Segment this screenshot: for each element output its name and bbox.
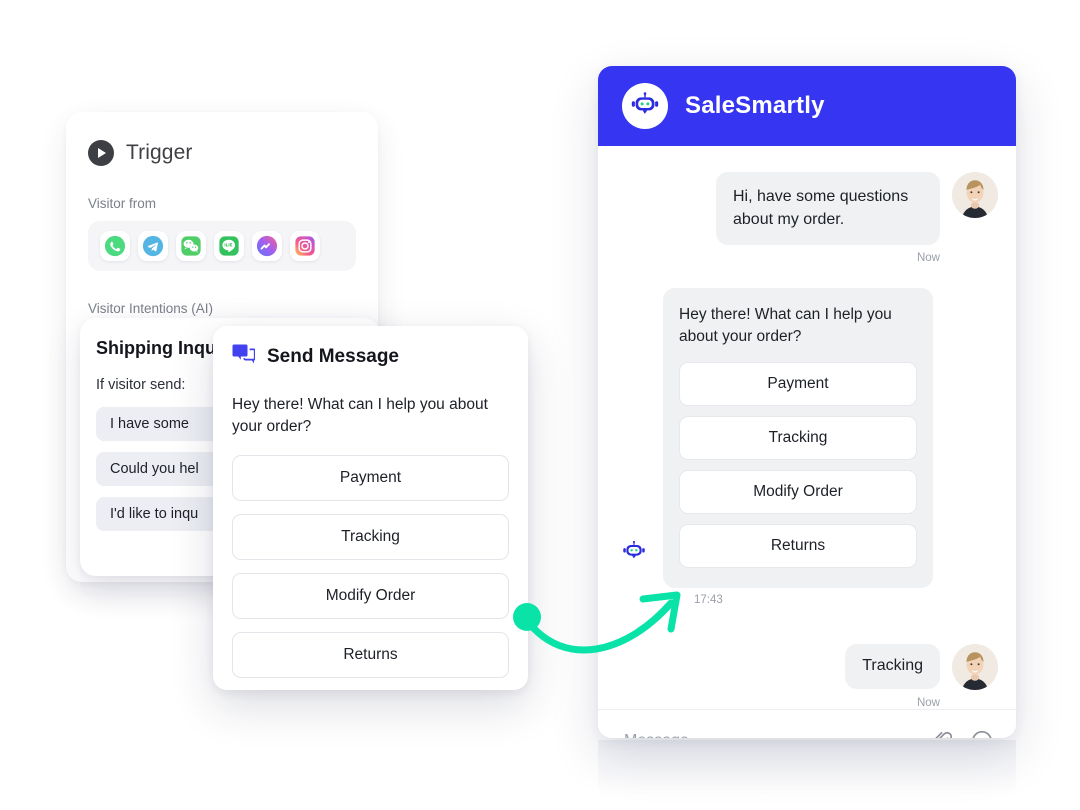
chat-widget: SaleSmartly Hi, have some questions abou… [598,66,1016,738]
option-button-returns[interactable]: Returns [232,631,509,678]
message-input[interactable] [624,731,914,738]
avatar [952,644,998,691]
message-row-user: Hi, have some questions about my order. [616,172,998,246]
brand-name: SaleSmartly [685,92,825,119]
avatar [952,172,998,218]
chat-bubbles-icon [232,344,256,370]
message-bubble: Hey there! What can I help you about you… [679,306,892,346]
quick-reply-tracking[interactable]: Tracking [679,416,917,461]
message-bubble: Hi, have some questions about my order. [716,172,940,246]
chat-widget-shadow-fade [598,740,1016,798]
bot-reply-card: Hey there! What can I help you about you… [663,288,933,589]
visitor-intentions-label: Visitor Intentions (AI) [88,301,214,316]
screenshot-stage: Trigger Visitor from Visitor Intentions … [0,0,1080,810]
send-message-card: Send Message Hey there! What can I help … [213,326,528,690]
option-button-modify-order[interactable]: Modify Order [232,572,509,619]
quick-reply-modify-order[interactable]: Modify Order [679,470,917,515]
message-timestamp: 17:43 [694,594,723,607]
chat-message-list: Hi, have some questions about my order. … [598,146,1016,710]
chat-input-bar [598,709,1016,738]
quick-reply-payment[interactable]: Payment [679,362,917,407]
telegram-icon[interactable] [138,231,168,261]
play-circle-icon [88,140,114,166]
smiley-face-icon[interactable] [970,729,994,738]
message-timestamp: Now [916,697,940,710]
visitor-from-label: Visitor from [88,196,157,211]
option-button-payment[interactable]: Payment [232,454,509,501]
trigger-title: Trigger [126,141,193,164]
send-message-header: Send Message [232,344,509,370]
wechat-icon[interactable] [176,231,206,261]
whatsapp-icon[interactable] [100,231,130,261]
message-row-user: Tracking [616,644,998,691]
message-row-bot: Hey there! What can I help you about you… [616,288,998,589]
option-button-tracking[interactable]: Tracking [232,513,509,560]
chat-widget-header: SaleSmartly [598,66,1016,146]
line-icon[interactable] [214,231,244,261]
instagram-icon[interactable] [290,231,320,261]
channel-strip [88,221,356,271]
message-bubble: Tracking [845,644,940,690]
robot-avatar-icon [616,534,652,571]
messenger-icon[interactable] [252,231,282,261]
paperclip-icon[interactable] [930,729,954,738]
robot-avatar-icon [622,83,668,129]
quick-reply-returns[interactable]: Returns [679,524,917,569]
trigger-header: Trigger [88,140,356,166]
send-message-title: Send Message [267,346,399,367]
message-timestamp: Now [916,252,940,265]
send-message-body: Hey there! What can I help you about you… [232,396,488,436]
